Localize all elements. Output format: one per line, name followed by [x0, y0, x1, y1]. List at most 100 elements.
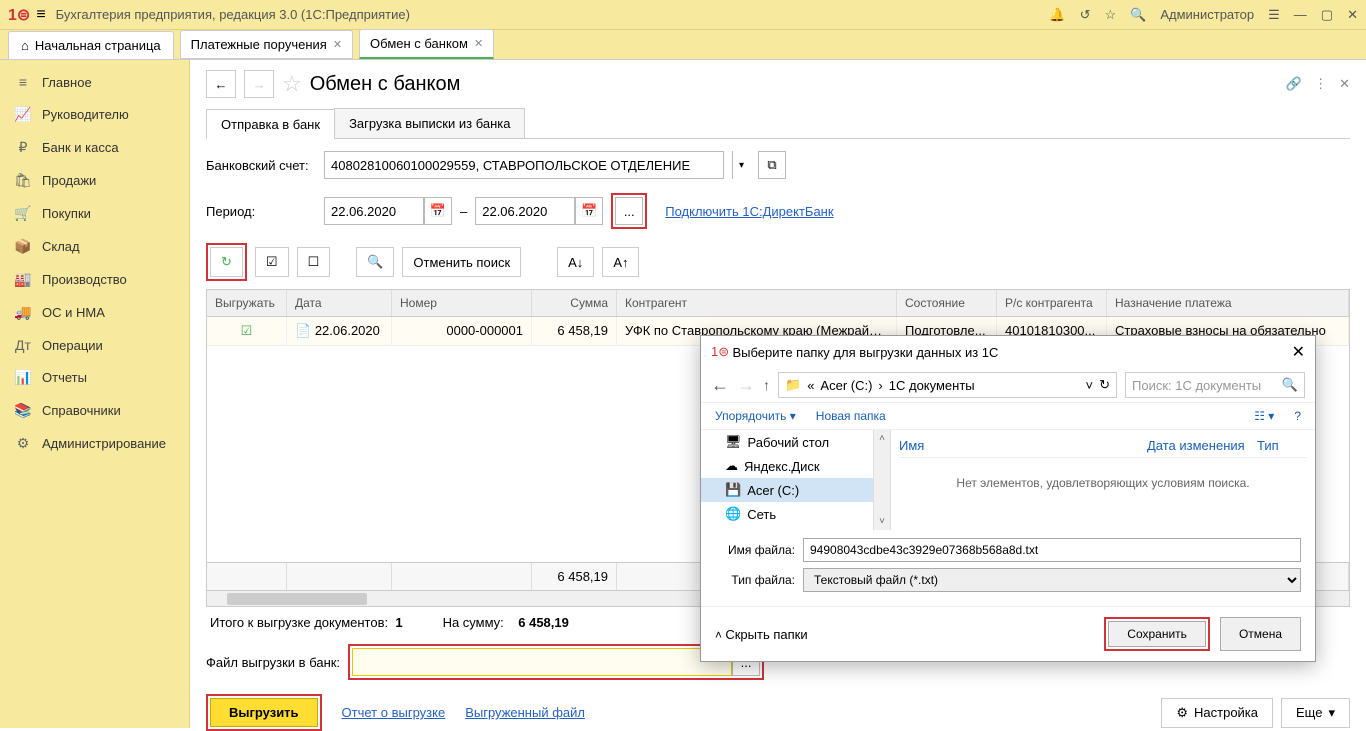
col-date[interactable]: Дата изменения	[1147, 438, 1257, 453]
date-from-input[interactable]	[324, 197, 424, 225]
direct-bank-link[interactable]: Подключить 1С:ДиректБанк	[665, 204, 833, 219]
breadcrumb[interactable]: 📁 « Acer (C:)› 1С документы ˅ ↻	[778, 372, 1117, 398]
nav-forward-icon[interactable]: →	[737, 375, 755, 396]
cancel-button[interactable]: Отмена	[1220, 617, 1301, 651]
col-purpose[interactable]: Назначение платежа	[1107, 290, 1349, 316]
help-icon[interactable]: ?	[1294, 409, 1301, 423]
check-all-button[interactable]: ☑	[255, 247, 289, 277]
date-to-input[interactable]	[475, 197, 575, 225]
uncheck-all-button[interactable]: ☐	[297, 247, 331, 277]
filename-input[interactable]	[803, 538, 1301, 562]
new-folder-button[interactable]: Новая папка	[816, 409, 886, 423]
sidebar-item-operations[interactable]: ДтОперации	[0, 329, 189, 361]
user-label[interactable]: Администратор	[1160, 7, 1254, 22]
filetype-select[interactable]: Текстовый файл (*.txt)	[803, 568, 1301, 592]
settings-button[interactable]: ⚙Настройка	[1161, 698, 1273, 728]
doc-tab-payments[interactable]: Платежные поручения ✕	[180, 30, 353, 59]
cancel-search-button[interactable]: Отменить поиск	[402, 247, 521, 277]
search-icon: 🔍	[1282, 377, 1298, 393]
search-input[interactable]: Поиск: 1С документы 🔍	[1125, 372, 1305, 398]
menu-icon[interactable]: ☰	[1268, 7, 1280, 23]
tab-load-statement[interactable]: Загрузка выписки из банка	[334, 108, 525, 138]
search-icon[interactable]: 🔍	[1130, 7, 1146, 23]
upload-file-input[interactable]	[352, 648, 732, 676]
refresh-icon[interactable]: ↻	[1099, 377, 1110, 393]
dialog-close-icon[interactable]: ✕	[1292, 342, 1305, 362]
sort-desc-button[interactable]: A↑	[602, 247, 639, 277]
sidebar-item-assets[interactable]: 🚚ОС и НМА	[0, 296, 189, 329]
close-tab-icon[interactable]: ✕	[474, 37, 483, 50]
uploaded-file-link[interactable]: Выгруженный файл	[465, 705, 585, 720]
col-rs[interactable]: Р/с контрагента	[997, 290, 1107, 316]
open-icon[interactable]: ⧉	[758, 151, 786, 179]
sidebar-item-sales[interactable]: 🛍Продажи	[0, 164, 189, 197]
tree-item-desktop[interactable]: 🖥Рабочий стол	[701, 430, 873, 454]
more-button[interactable]: Еще ▾	[1281, 698, 1350, 728]
nav-back-button[interactable]: ←	[206, 70, 236, 98]
col-state[interactable]: Состояние	[897, 290, 997, 316]
sidebar-item-manager[interactable]: 📈Руководителю	[0, 98, 189, 131]
tree-item-network[interactable]: 🌐Сеть	[701, 502, 873, 526]
nav-back-icon[interactable]: ←	[711, 375, 729, 396]
hide-folders-button[interactable]: ˄ Скрыть папки	[715, 627, 808, 642]
find-button[interactable]: 🔍	[356, 247, 394, 277]
dropdown-icon[interactable]: ▾	[732, 151, 750, 179]
close-page-icon[interactable]: ✕	[1339, 76, 1350, 92]
tree-item-yandex[interactable]: ☁Яндекс.Диск	[701, 454, 873, 478]
favorite-star-icon[interactable]: ☆	[282, 71, 302, 97]
link-icon[interactable]: 🔗	[1286, 76, 1302, 92]
dialog-title: Выберите папку для выгрузки данных из 1С	[732, 345, 998, 360]
nav-up-icon[interactable]: ↑	[763, 377, 770, 393]
period-picker-button[interactable]: ...	[615, 197, 643, 225]
col-contragent[interactable]: Контрагент	[617, 290, 897, 316]
col-date[interactable]: Дата	[287, 290, 392, 316]
close-icon[interactable]: ✕	[1347, 7, 1358, 23]
reports-icon: 📊	[14, 369, 32, 386]
view-icon[interactable]: ☷ ▾	[1254, 409, 1274, 423]
chevron-down-icon[interactable]: ˅	[1086, 378, 1094, 393]
doc-tab-exchange[interactable]: Обмен с банком ✕	[359, 29, 494, 59]
start-tab[interactable]: ⌂ Начальная страница	[8, 31, 174, 59]
bank-account-label: Банковский счет:	[206, 158, 316, 173]
sidebar-item-main[interactable]: ≡Главное	[0, 66, 189, 98]
tree-vscroll[interactable]: ˄˅	[873, 430, 890, 530]
col-sum[interactable]: Сумма	[532, 290, 617, 316]
upload-checkbox[interactable]: ☑	[207, 317, 287, 345]
tab-send-to-bank[interactable]: Отправка в банк	[206, 109, 335, 139]
history-icon[interactable]: ↺	[1080, 7, 1091, 23]
minimize-icon[interactable]: —	[1294, 7, 1307, 22]
close-tab-icon[interactable]: ✕	[333, 38, 342, 51]
more-icon[interactable]: ⋮	[1314, 76, 1327, 92]
tree-item-acer[interactable]: 💾Acer (C:)	[701, 478, 873, 502]
col-name[interactable]: Имя	[899, 438, 1147, 453]
calendar-from-icon[interactable]: 📅	[424, 197, 452, 225]
gear-icon: ⚙	[1176, 705, 1188, 721]
no-items-message: Нет элементов, удовлетворяющих условиям …	[899, 476, 1307, 490]
sidebar-item-bank[interactable]: ₽Банк и касса	[0, 131, 189, 164]
refresh-button[interactable]: ↻	[210, 247, 243, 277]
calendar-to-icon[interactable]: 📅	[575, 197, 603, 225]
upload-button[interactable]: Выгрузить	[210, 698, 318, 727]
sidebar-item-reports[interactable]: 📊Отчеты	[0, 361, 189, 394]
bank-account-select[interactable]: 40802810060100029559, СТАВРОПОЛЬСКОЕ ОТД…	[324, 151, 724, 179]
col-number[interactable]: Номер	[392, 290, 532, 316]
star-icon[interactable]: ☆	[1105, 7, 1117, 23]
sidebar-item-admin[interactable]: ⚙Администрирование	[0, 427, 189, 460]
sidebar-item-production[interactable]: 🏭Производство	[0, 263, 189, 296]
sidebar-item-warehouse[interactable]: 📦Склад	[0, 230, 189, 263]
organize-button[interactable]: Упорядочить ▾	[715, 409, 796, 423]
col-upload[interactable]: Выгружать	[207, 290, 287, 316]
highlight-upload-btn: Выгрузить	[206, 694, 322, 731]
summary-docs-value: 1	[395, 615, 402, 630]
hamburger-icon[interactable]: ≡	[36, 6, 45, 24]
truck-icon: 🚚	[14, 304, 32, 321]
sort-asc-button[interactable]: A↓	[557, 247, 594, 277]
sidebar-item-directories[interactable]: 📚Справочники	[0, 394, 189, 427]
save-button[interactable]: Сохранить	[1108, 621, 1206, 647]
nav-forward-button[interactable]: →	[244, 70, 274, 98]
bell-icon[interactable]: 🔔	[1049, 7, 1065, 23]
sidebar-item-purchases[interactable]: 🛒Покупки	[0, 197, 189, 230]
upload-report-link[interactable]: Отчет о выгрузке	[342, 705, 446, 720]
col-type[interactable]: Тип	[1257, 438, 1307, 453]
maximize-icon[interactable]: ▢	[1321, 7, 1333, 23]
